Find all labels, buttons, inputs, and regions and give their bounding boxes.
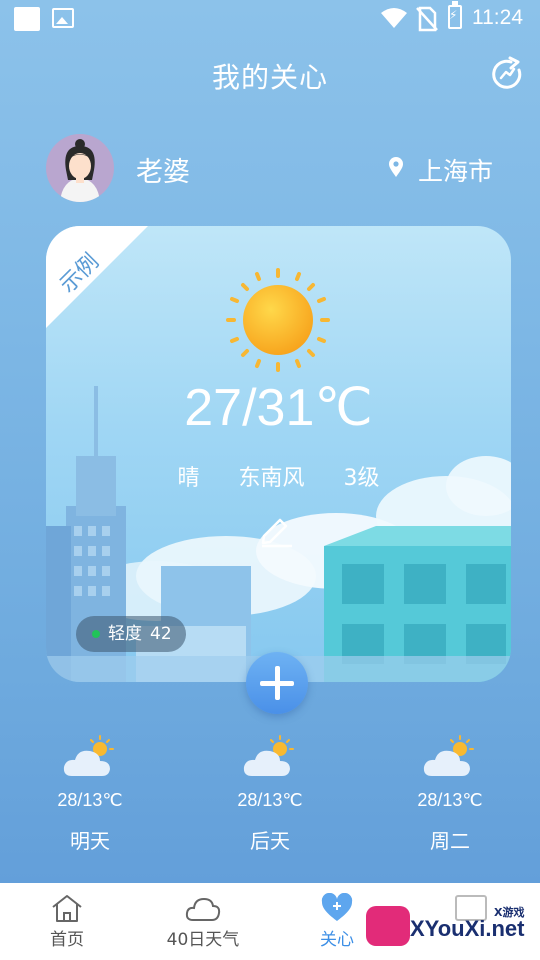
sun-icon xyxy=(226,268,330,372)
edit-icon[interactable] xyxy=(258,514,294,548)
forecast-item[interactable]: 28/13℃ 周二 xyxy=(390,734,510,854)
temperature-range: 27/31℃ xyxy=(184,379,373,437)
tab-40day-label: 40日天气 xyxy=(166,930,240,950)
forecast-day: 周二 xyxy=(430,829,470,853)
wind-direction: 东南风 xyxy=(238,466,305,491)
battery-icon xyxy=(448,1,462,29)
city-label[interactable]: 上海市 xyxy=(418,152,493,188)
partly-cloudy-icon xyxy=(423,735,474,776)
tab-40day[interactable]: 40日天气 xyxy=(156,893,250,950)
forecast-item[interactable]: 28/13℃ 明天 xyxy=(30,734,150,854)
person-name[interactable]: 老婆 xyxy=(136,150,190,189)
wind-level: 3级 xyxy=(343,466,380,491)
air-quality-badge[interactable]: 轻度 42 xyxy=(76,616,186,652)
forecast-temp: 28/13℃ xyxy=(237,790,303,810)
forecast-day: 明天 xyxy=(70,829,110,853)
tab-home[interactable]: 首页 xyxy=(40,893,94,950)
watermark-text: XYouXi.net xyxy=(410,916,525,941)
avatar[interactable] xyxy=(46,134,114,202)
air-quality-dot xyxy=(92,630,100,638)
wifi-icon xyxy=(381,8,407,28)
weather-condition: 晴 xyxy=(177,466,200,491)
forecast-item[interactable]: 28/13℃ 后天 xyxy=(210,734,330,854)
heart-plus-icon xyxy=(321,893,353,921)
forecast-temp: 28/13℃ xyxy=(417,790,483,810)
notification-icon xyxy=(14,7,40,31)
no-sim-icon xyxy=(416,6,438,32)
status-time: 11:24 xyxy=(472,6,523,29)
partly-cloudy-icon xyxy=(63,735,114,776)
image-icon xyxy=(52,8,74,28)
add-button[interactable] xyxy=(246,652,308,714)
cloud-icon xyxy=(185,897,221,921)
watermark: X游戏 XYouXi.net xyxy=(366,896,540,960)
status-bar: 11:24 xyxy=(0,0,540,38)
refresh-icon[interactable] xyxy=(489,56,525,92)
partly-cloudy-icon xyxy=(243,735,294,776)
tab-care[interactable]: 关心 xyxy=(312,893,362,950)
air-quality-value: 42 xyxy=(150,624,172,644)
location-pin-icon xyxy=(389,157,403,177)
condition-row: 晴 东南风 3级 xyxy=(46,460,511,492)
gamepad-logo-icon xyxy=(366,906,410,946)
tab-home-label: 首页 xyxy=(50,930,84,950)
tab-care-label: 关心 xyxy=(320,930,354,950)
air-quality-label: 轻度 xyxy=(108,624,142,644)
forecast-day: 后天 xyxy=(250,829,290,853)
weather-card[interactable]: 示例 27/31℃ 晴 东南风 3级 轻度 42 xyxy=(46,226,511,682)
woman-avatar-icon xyxy=(60,139,100,202)
page-title: 我的关心 xyxy=(211,61,328,94)
home-icon xyxy=(52,895,82,922)
forecast-temp: 28/13℃ xyxy=(57,790,123,810)
